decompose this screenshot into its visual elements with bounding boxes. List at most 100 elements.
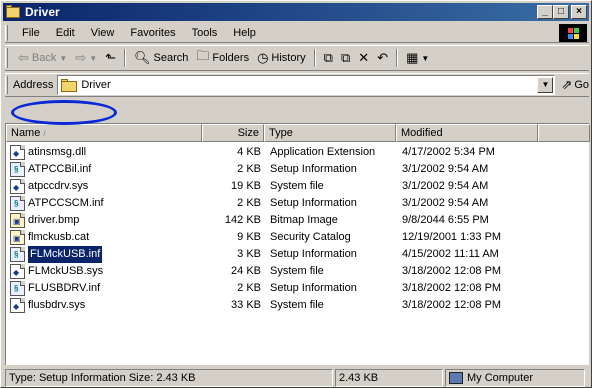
file-modified: 3/18/2002 12:08 PM [402, 265, 502, 277]
file-name: FLMckUSB.inf [28, 246, 103, 263]
move-to-button[interactable]: ⧉ [320, 50, 337, 66]
file-row[interactable]: ▣ driver.bmp 142 KB Bitmap Image 9/8/2044 6:… [6, 212, 586, 229]
column-header-name[interactable]: Name / [6, 124, 202, 142]
up-folder-button[interactable]: ⬑ [101, 50, 120, 66]
file-row[interactable]: ◆ atpccdrv.sys 19 KB System file 3/1/2002 9:… [6, 178, 586, 195]
file-type: Bitmap Image [270, 214, 338, 226]
inf-icon: § [10, 162, 25, 177]
file-type: System file [270, 299, 324, 311]
file-type: Setup Information [270, 163, 357, 175]
computer-icon [449, 372, 463, 384]
toolbar-separator [124, 49, 126, 67]
sort-arrow-icon: / [43, 129, 46, 138]
status-info: Type: Setup Information Size: 2.43 KB [5, 369, 333, 387]
file-row[interactable]: ◆ FLMckUSB.sys 24 KB System file 3/18/2002 1… [6, 263, 586, 280]
menu-grip[interactable] [5, 24, 8, 41]
status-zone-label: My Computer [467, 372, 534, 384]
dll-icon: ◆ [10, 145, 25, 160]
address-dropdown-button[interactable]: ▼ [537, 77, 554, 93]
up-folder-icon: ⬑ [105, 50, 116, 65]
chevron-down-icon: ▼ [59, 53, 68, 63]
column-name-label: Name [11, 127, 41, 139]
file-modified: 3/1/2002 9:54 AM [402, 163, 489, 175]
file-type: Setup Information [270, 197, 357, 209]
search-button[interactable]: 🔍︎ Search [130, 50, 192, 66]
file-name: driver.bmp [28, 214, 80, 226]
file-type: System file [270, 265, 324, 277]
address-input[interactable]: Driver ▼ [57, 75, 556, 95]
file-size: 24 KB [231, 265, 261, 277]
address-bar: Address Driver ▼ ⇗ Go [5, 73, 589, 97]
search-icon: 🔍︎ [134, 50, 151, 65]
forward-arrow-icon: ⇨ [75, 50, 87, 65]
menu-file[interactable]: File [14, 27, 48, 39]
file-row[interactable]: § FLUSBDRV.inf 2 KB Setup Information 3/18/2… [6, 280, 586, 297]
inf-icon: § [10, 247, 25, 262]
status-bar: Type: Setup Information Size: 2.43 KB 2.… [5, 369, 589, 387]
back-label: Back [31, 52, 57, 64]
minimize-button[interactable]: _ [537, 5, 553, 19]
file-name: atpccdrv.sys [28, 180, 89, 192]
back-button[interactable]: ⇦ Back ▼ [14, 50, 71, 66]
toolbar-grip[interactable] [5, 48, 8, 68]
standard-toolbar: ⇦ Back ▼ ⇨ ▼ ⬑ 🔍︎ Search 🗀 Folders ◷ His… [5, 45, 589, 71]
file-row[interactable]: § ATPCCSCM.inf 2 KB Setup Information 3/1/20… [6, 195, 586, 212]
file-row[interactable]: ◆ atinsmsg.dll 4 KB Application Extension 4/… [6, 144, 586, 161]
file-row[interactable]: § ATPCCBil.inf 2 KB Setup Information 3/1/20… [6, 161, 586, 178]
file-size: 33 KB [231, 299, 261, 311]
toolbar-separator [396, 49, 399, 67]
file-type: Setup Information [270, 282, 357, 294]
address-grip[interactable] [5, 76, 8, 94]
delete-icon: ✕ [358, 50, 370, 65]
forward-button[interactable]: ⇨ ▼ [71, 50, 101, 66]
address-value: Driver [81, 79, 111, 91]
file-modified: 12/19/2001 1:33 PM [402, 231, 502, 243]
maximize-button[interactable]: □ [553, 5, 569, 19]
undo-button[interactable]: ↶ [373, 50, 392, 66]
highlight-ring [11, 100, 117, 125]
copy-to-icon: ⧉ [340, 50, 351, 65]
go-button[interactable]: ⇗ Go [561, 77, 589, 93]
menu-view[interactable]: View [83, 27, 123, 39]
menu-help[interactable]: Help [225, 27, 264, 39]
views-icon: ▦ [406, 50, 419, 65]
menu-favorites[interactable]: Favorites [122, 27, 183, 39]
menu-tools[interactable]: Tools [184, 27, 226, 39]
file-name: ATPCCBil.inf [28, 163, 92, 175]
file-row[interactable]: ▣ flmckusb.cat 9 KB Security Catalog 12/19/2… [6, 229, 586, 246]
folder-icon [61, 78, 78, 92]
folders-button[interactable]: 🗀 Folders [192, 47, 253, 69]
undo-icon: ↶ [377, 50, 389, 65]
inf-icon: § [10, 281, 25, 296]
file-row[interactable]: ◆ flusbdrv.sys 33 KB System file 3/18/2002 1… [6, 297, 586, 314]
list-header: Name / Size Type Modified [6, 124, 590, 142]
column-header-modified[interactable]: Modified [396, 124, 538, 142]
history-button[interactable]: ◷ History [253, 50, 310, 66]
views-button[interactable]: ▦ ▼ [402, 50, 433, 66]
file-size: 9 KB [237, 231, 261, 243]
file-size: 2 KB [237, 197, 261, 209]
menu-edit[interactable]: Edit [48, 27, 83, 39]
copy-to-button[interactable]: ⧉ [337, 50, 354, 66]
folder-icon [5, 5, 21, 19]
chevron-down-icon: ▼ [89, 53, 98, 63]
file-row[interactable]: § FLMckUSB.inf 3 KB Setup Information 4/15/2… [6, 246, 586, 263]
file-modified: 3/18/2002 12:08 PM [402, 282, 502, 294]
close-button[interactable]: × [571, 5, 587, 19]
history-icon: ◷ [257, 50, 269, 65]
chevron-down-icon: ▼ [421, 53, 430, 63]
delete-button[interactable]: ✕ [354, 50, 373, 66]
file-size: 142 KB [224, 214, 261, 226]
file-name: FLUSBDRV.inf [28, 282, 101, 294]
bmp-icon: ▣ [10, 213, 25, 228]
go-label: Go [574, 79, 589, 91]
file-list[interactable]: Name / Size Type Modified ◆ atinsmsg.dll 4… [5, 123, 590, 365]
column-header-type[interactable]: Type [264, 124, 396, 142]
windows-logo-icon [559, 24, 587, 42]
column-header-size[interactable]: Size [202, 124, 264, 142]
sys-icon: ◆ [10, 264, 25, 279]
file-size: 2 KB [237, 282, 261, 294]
title-bar[interactable]: Driver _ □ × [3, 3, 589, 21]
column-header-filler [538, 124, 590, 142]
file-size: 4 KB [237, 146, 261, 158]
